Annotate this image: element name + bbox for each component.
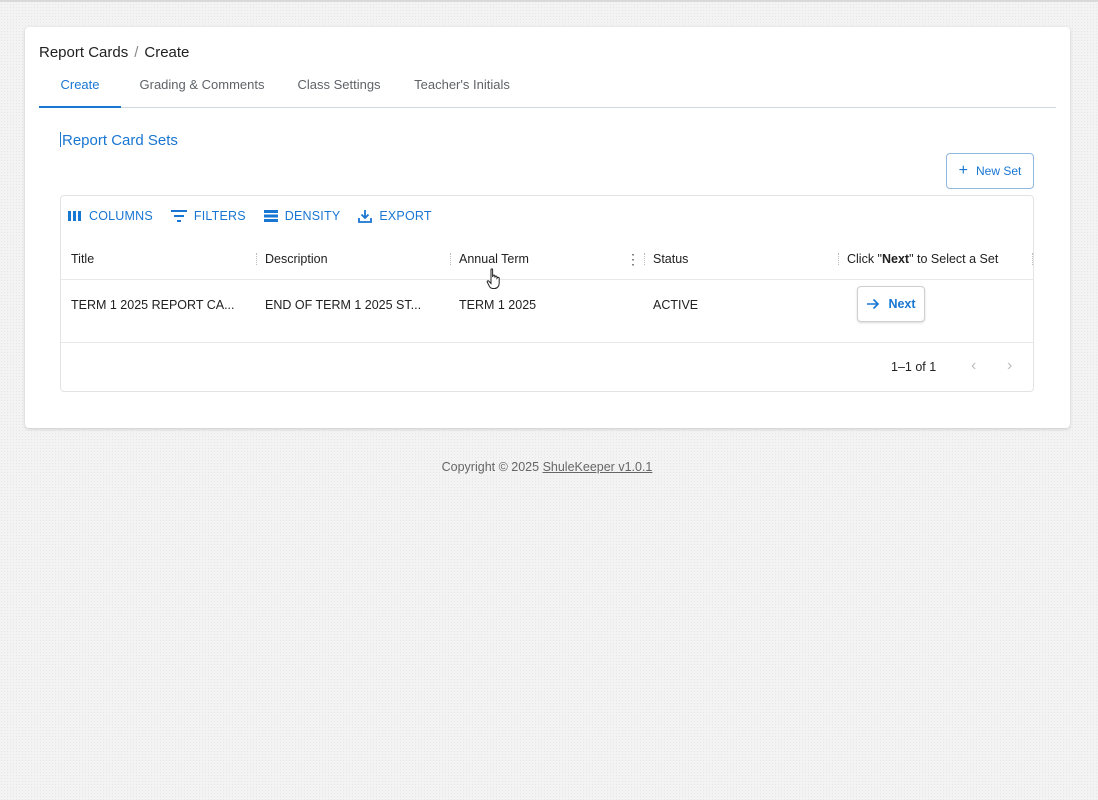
next-button[interactable]: Next — [857, 286, 925, 322]
chevron-left-icon[interactable]: ‹ — [971, 358, 976, 374]
columns-button[interactable]: COLUMNS — [68, 206, 153, 226]
table-footer: 1–1 of 1 ‹ › — [61, 344, 1033, 392]
breadcrumb-parent[interactable]: Report Cards — [39, 44, 128, 61]
column-separator[interactable] — [450, 253, 451, 265]
column-separator[interactable] — [644, 253, 645, 265]
column-menu-icon[interactable]: ⋮ — [626, 251, 640, 267]
new-set-button[interactable]: + New Set — [946, 153, 1034, 189]
column-header-status[interactable]: Status — [653, 238, 688, 280]
breadcrumb-current: Create — [144, 44, 190, 61]
export-button[interactable]: EXPORT — [358, 206, 432, 226]
filters-label: FILTERS — [193, 209, 246, 223]
next-label: Next — [888, 297, 916, 311]
column-header-action[interactable]: Click "Next" to Select a Set — [847, 238, 998, 280]
column-separator[interactable] — [256, 253, 257, 265]
column-header-title[interactable]: Title — [71, 238, 94, 280]
columns-icon — [68, 211, 81, 221]
chevron-right-icon[interactable]: › — [1007, 358, 1012, 374]
tab-create[interactable]: Create — [39, 67, 121, 108]
text-caret — [60, 132, 61, 147]
density-label: DENSITY — [284, 209, 341, 223]
breadcrumb: Report Cards / Create — [39, 44, 189, 61]
top-divider — [0, 0, 1098, 2]
grid-toolbar: COLUMNS FILTERS DENSITY EXPORT — [68, 206, 432, 226]
cell-status: ACTIVE — [653, 298, 699, 312]
copyright-footer: Copyright © 2025 ShuleKeeper v1.0.1 — [0, 460, 1094, 474]
plus-icon: + — [958, 162, 968, 179]
main-card: Report Cards / Create Create Grading & Com… — [25, 27, 1070, 428]
tab-teachers-initials[interactable]: Teacher's Initials — [411, 67, 513, 108]
pagination-range: 1–1 of 1 — [891, 360, 937, 374]
tab-class-settings[interactable]: Class Settings — [295, 67, 383, 108]
new-set-label: New Set — [975, 164, 1022, 178]
cell-title: TERM 1 2025 REPORT CA... — [71, 298, 235, 312]
arrow-right-icon — [867, 298, 880, 310]
copyright-text: Copyright © 2025 — [441, 460, 543, 474]
column-header-description[interactable]: Description — [265, 238, 328, 280]
tab-grading-comments[interactable]: Grading & Comments — [136, 67, 268, 108]
breadcrumb-separator: / — [134, 44, 139, 61]
shulekeeper-link[interactable]: ShuleKeeper v1.0.1 — [543, 460, 653, 474]
filter-icon — [170, 210, 187, 222]
table-row[interactable]: TERM 1 2025 REPORT CA... END OF TERM 1 2… — [61, 281, 1033, 343]
column-separator[interactable] — [838, 253, 839, 265]
density-button[interactable]: DENSITY — [263, 206, 341, 226]
hand-cursor-icon — [486, 268, 500, 289]
data-grid: COLUMNS FILTERS DENSITY EXPORT Title Des… — [60, 195, 1034, 392]
columns-label: COLUMNS — [89, 209, 153, 223]
cell-description: END OF TERM 1 2025 ST... — [265, 298, 422, 312]
section-title: Report Card Sets — [60, 132, 178, 149]
column-separator[interactable] — [1032, 253, 1033, 265]
export-label: EXPORT — [379, 209, 432, 223]
download-icon — [358, 210, 373, 223]
tab-bar: Create Grading & Comments Class Settings… — [39, 67, 1056, 108]
table-header-row: Title Description Annual Term ⋮ Status C… — [61, 238, 1033, 280]
filters-button[interactable]: FILTERS — [170, 206, 246, 226]
density-icon — [263, 210, 278, 222]
